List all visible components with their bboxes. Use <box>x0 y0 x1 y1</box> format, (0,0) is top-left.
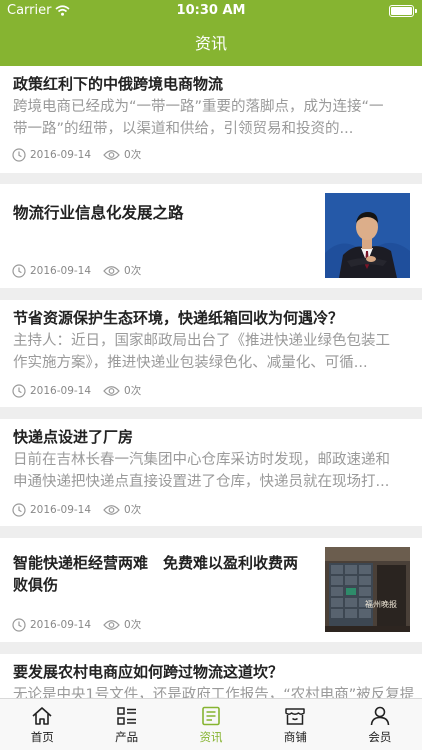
article-card[interactable]: 要发展农村电商应如何跨过物流这道坎？ 无论是中央1号文件，还是政府工作报告，“农… <box>0 654 422 698</box>
article-date: 2016-09-14 <box>30 264 92 277</box>
article-title: 政策红利下的中俄跨境电商物流 <box>13 75 224 93</box>
status-time: 10:30 AM <box>176 3 246 18</box>
article-card[interactable]: 政策红利下的中俄跨境电商物流 跨境电商已经成为“一带一路”重要的落脚点，成为连接… <box>0 66 422 173</box>
article-thumbnail <box>325 193 410 278</box>
status-bar: Carrier 10:30 AM <box>0 0 422 22</box>
article-views: 0次 <box>124 265 142 277</box>
article-card[interactable]: 节省资源保护生态环境，快递纸箱回收为何遇冷？ 主持人：近日，国家邮政局出台了《推… <box>0 300 422 407</box>
eye-icon <box>103 265 120 276</box>
clock-icon <box>12 502 26 517</box>
tab-home[interactable]: 首页 <box>0 699 84 750</box>
tab-label: 产品 <box>115 730 139 744</box>
article-date: 2016-09-14 <box>30 148 92 161</box>
user-icon <box>370 706 390 726</box>
article-summary: 日前在吉林长春一汽集团中心仓库采访时发现，邮政速递和申通快递把快递点直接设置进了… <box>13 452 390 490</box>
tab-store[interactable]: 商铺 <box>253 699 337 750</box>
eye-icon <box>103 504 120 515</box>
page-title: 资讯 <box>194 34 227 53</box>
tab-member[interactable]: 会员 <box>338 699 422 750</box>
battery-icon <box>389 5 417 17</box>
article-title: 节省资源保护生态环境，快递纸箱回收为何遇冷？ <box>13 309 344 327</box>
grid-list-icon <box>116 707 136 725</box>
header-bar: Carrier 10:30 AM 资讯 <box>0 0 422 66</box>
eye-icon <box>103 149 120 160</box>
article-title: 智能快递柜经营两难 免费难以盈利收费两败俱伤 <box>13 554 299 594</box>
clock-icon <box>12 617 26 632</box>
article-summary: 主持人：近日，国家邮政局出台了《推进快递业绿色包装工作实施方案》，推进快递业包装… <box>13 333 390 371</box>
article-card[interactable]: 物流行业信息化发展之路 2016-09-14 0次 <box>0 184 422 288</box>
article-views: 0次 <box>124 385 142 397</box>
tab-products[interactable]: 产品 <box>84 699 168 750</box>
news-icon <box>202 706 220 726</box>
eye-icon <box>103 619 120 630</box>
article-date: 2016-09-14 <box>30 384 92 397</box>
article-list: 政策红利下的中俄跨境电商物流 跨境电商已经成为“一带一路”重要的落脚点，成为连接… <box>0 66 422 698</box>
tab-label: 首页 <box>30 730 54 744</box>
tab-label: 会员 <box>368 730 392 744</box>
store-icon <box>285 708 306 725</box>
tab-label: 资讯 <box>199 730 223 744</box>
article-card[interactable]: 智能快递柜经营两难 免费难以盈利收费两败俱伤 福州晚报 2016-09-14 0… <box>0 538 422 642</box>
article-views: 0次 <box>124 619 142 631</box>
article-summary: 无论是中央1号文件，还是政府工作报告，“农村电商”被反复提 <box>13 687 415 698</box>
clock-icon <box>12 263 26 278</box>
article-thumbnail: 福州晚报 <box>325 547 410 632</box>
clock-icon <box>12 147 26 162</box>
image-caption: 福州晚报 <box>365 600 397 609</box>
article-date: 2016-09-14 <box>30 618 92 631</box>
article-title: 要发展农村电商应如何跨过物流这道坎？ <box>13 663 284 681</box>
article-card[interactable]: 快递点设进了厂房 日前在吉林长春一汽集团中心仓库采访时发现，邮政速递和申通快递把… <box>0 419 422 526</box>
article-date: 2016-09-14 <box>30 503 92 516</box>
eye-icon <box>103 385 120 396</box>
clock-icon <box>12 383 26 398</box>
article-summary: 跨境电商已经成为“一带一路”重要的落脚点，成为连接“一带一路”的纽带，以渠道和供… <box>13 99 384 137</box>
article-views: 0次 <box>124 149 142 161</box>
home-icon <box>32 707 52 725</box>
article-title: 快递点设进了厂房 <box>13 428 134 446</box>
article-title: 物流行业信息化发展之路 <box>13 204 184 222</box>
tab-label: 商铺 <box>283 730 307 744</box>
tab-news[interactable]: 资讯 <box>169 699 253 750</box>
article-views: 0次 <box>124 504 142 516</box>
bottom-tab-bar: 首页 产品 资讯 商铺 会员 <box>0 698 422 750</box>
